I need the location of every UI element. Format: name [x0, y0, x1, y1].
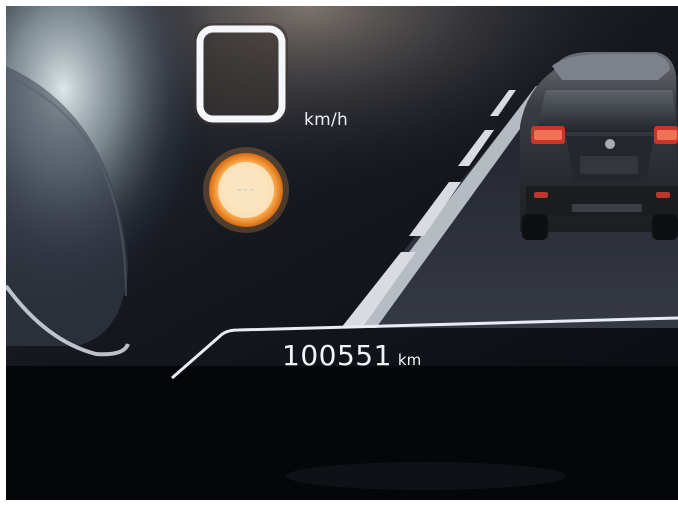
speed-box-icon — [194, 23, 288, 125]
odometer-unit: km — [397, 351, 422, 369]
speed-limit-text: --- — [236, 182, 256, 198]
odometer-value: 100551 — [282, 339, 392, 372]
trim-reflection — [286, 462, 566, 490]
speed-unit-label: km/h — [304, 110, 349, 130]
vehicle-rear-icon — [520, 52, 678, 240]
odometer: 100551 km — [282, 339, 421, 372]
instrument-cluster-photo: km/h --- 100551 km — [6, 6, 678, 500]
cluster-scene — [6, 6, 678, 500]
